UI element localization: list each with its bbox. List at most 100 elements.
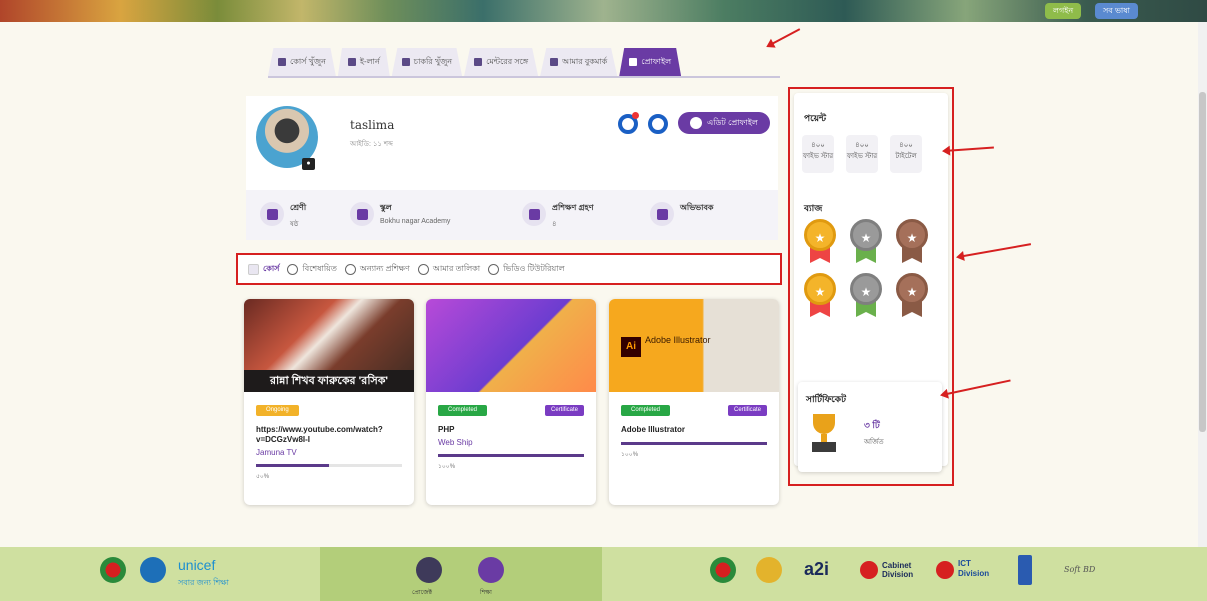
notification-icon[interactable] [618, 112, 639, 134]
project-logo [416, 557, 442, 583]
progress-label: ১০০% [621, 452, 639, 458]
tab-learn[interactable]: ই-লার্ন [337, 48, 390, 76]
language-button[interactable]: সব ভাষা [1095, 3, 1138, 19]
tab-bookmark[interactable]: আমার বুকমার্ক [540, 48, 618, 76]
filter-special[interactable]: বিশেষায়িত [287, 263, 337, 276]
filter-course[interactable]: কোর্স [248, 263, 279, 276]
point-item: ৪০০ ফাইভ স্টার [802, 135, 834, 173]
course-thumbnail [426, 299, 596, 392]
special-icon [287, 263, 299, 275]
course-filter-bar: কোর্স বিশেষায়িত অন্যান্য প্রশিক্ষণ আমার… [236, 253, 782, 285]
silver-medal-icon: ★ [850, 219, 882, 265]
unicef-logo: unicef [178, 557, 216, 573]
course-card[interactable]: রান্না শিখব ফারুকের 'রসিক' Ongoing https… [244, 299, 414, 505]
info-class: শ্রেণী ষষ্ঠ [260, 202, 306, 230]
bookmark-icon [550, 58, 559, 66]
progress-bar [621, 442, 767, 445]
course-title: https://www.youtube.com/watch?v=DCGzVw8I… [256, 425, 383, 444]
filter-list[interactable]: আমার তালিকা [417, 263, 480, 276]
notification-dot [632, 112, 639, 119]
certificate-button[interactable]: Certificate [544, 405, 584, 416]
message-icon[interactable] [648, 114, 668, 134]
status-badge: Completed [438, 405, 488, 416]
course-thumbnail: Ai Adobe Illustrator [609, 299, 779, 392]
achievements-panel: পয়েন্ট ৪০০ ফাইভ স্টার ৪০০ ফাইভ স্টার ৪০০ ট… [794, 93, 948, 472]
progress-bar [256, 464, 402, 467]
course-card[interactable]: Certificate Completed PHP Web Ship ১০০% [426, 299, 596, 505]
thumbnail-caption: Adobe Illustrator [645, 335, 711, 345]
footer-middle: প্রোজেক্ট শিক্ষা [320, 547, 602, 601]
tab-course[interactable]: কোর্স খুঁজুন [268, 48, 336, 76]
achievements-sidebar: পয়েন্ট ৪০০ ফাইভ স্টার ৪০০ ফাইভ স্টার ৪০০ ট… [788, 87, 954, 486]
play-icon [488, 263, 500, 275]
course-card[interactable]: Ai Adobe Illustrator Certificate Complet… [609, 299, 779, 505]
tab-mentor[interactable]: মেন্টরের সঙ্গে [464, 48, 539, 76]
unicef-subtitle: সবার জন্য শিক্ষা [178, 578, 229, 587]
annotation-arrow [767, 28, 801, 47]
tab-profile[interactable]: প্রোফাইল [619, 48, 682, 76]
check-circle-icon [417, 263, 429, 275]
learn-icon [347, 58, 356, 66]
history-icon [344, 263, 356, 275]
course-thumbnail: রান্না শিখব ফারুকের 'রসিক' [244, 299, 414, 392]
ict-seal [936, 561, 954, 579]
filter-video[interactable]: ভিডিও টিউটরিয়াল [488, 263, 565, 276]
info-school: স্কুল Bokhu nagar Academy [350, 202, 450, 226]
top-banner: লগইন সব ভাষা [0, 0, 1207, 22]
scrollbar-thumb[interactable] [1199, 92, 1206, 432]
course-title: PHP [438, 425, 455, 434]
a2i-logo: a2i [804, 559, 830, 579]
footer: unicef সবার জন্য শিক্ষা প্রোজেক্ট শিক্ষা… [0, 547, 1207, 601]
point-item: ৪০০ টাইটেল [890, 135, 922, 173]
certificates-title: সার্টিফিকেট [806, 394, 847, 404]
guardian-icon [650, 202, 674, 226]
camera-icon[interactable]: ● [302, 158, 315, 170]
progress-bar [438, 454, 584, 457]
login-button[interactable]: লগইন [1045, 3, 1082, 19]
emblem-logo [756, 557, 782, 583]
progress-fill [256, 464, 329, 467]
illustrator-logo: Ai [621, 337, 641, 357]
course-source: Jamuna TV [256, 448, 297, 457]
softbd-logo: Soft BD [1064, 565, 1096, 574]
points-title: পয়েন্ট [804, 113, 827, 123]
progress-fill [438, 454, 584, 457]
silver-medal-icon: ★ [850, 273, 882, 319]
cabinet-division-logo: Cabinet Division [882, 561, 914, 579]
bronze-medal-icon: ★ [896, 219, 928, 265]
thumbnail-caption: রান্না শিখব ফারুকের 'রসিক' [244, 370, 414, 392]
scrollbar[interactable] [1198, 22, 1207, 547]
badges-title: ব্যাজ [804, 203, 823, 213]
point-item: ৪০০ ফাইভ স্টার [846, 135, 878, 173]
course-title: Adobe Illustrator [621, 425, 686, 434]
progress-fill [621, 442, 767, 445]
bronze-medal-icon: ★ [896, 273, 928, 319]
undp-logo [1018, 555, 1032, 585]
certificate-count: ৩ টি [864, 420, 880, 430]
annotation-arrow [957, 243, 1032, 258]
progress-label: ১০০% [438, 464, 456, 470]
info-trainings: প্রশিক্ষণ গ্রহণ ৪ [522, 202, 594, 230]
trophy-icon [810, 414, 838, 454]
profile-icon [629, 58, 638, 66]
status-badge: Completed [621, 405, 671, 416]
filter-other[interactable]: অন্যান্য প্রশিক্ষণ [344, 263, 410, 276]
class-icon [260, 202, 284, 226]
main-tabs: কোর্স খুঁজুন ই-লার্ন চাকরি খুঁজুন মেন্টর… [268, 46, 780, 78]
user-icon [690, 117, 703, 129]
ict-division-logo: ICT Division [958, 559, 990, 578]
gold-medal-icon: ★ [804, 219, 836, 265]
info-guardian: অভিভাবক [650, 202, 714, 226]
profile-id: আইডি: ১১ শব্দ [350, 141, 393, 148]
certificate-button[interactable]: Certificate [727, 405, 767, 416]
edit-profile-button[interactable]: এডিট প্রোফাইল [678, 112, 770, 134]
training-icon [522, 202, 546, 226]
profile-name: taslima [350, 118, 395, 132]
education-logo [140, 557, 166, 583]
education-app-logo [478, 557, 504, 583]
course-source: Web Ship [438, 438, 473, 447]
school-icon [350, 202, 374, 226]
grid-icon [248, 263, 259, 275]
tab-job[interactable]: চাকরি খুঁজুন [391, 48, 463, 76]
course-icon [278, 58, 286, 66]
